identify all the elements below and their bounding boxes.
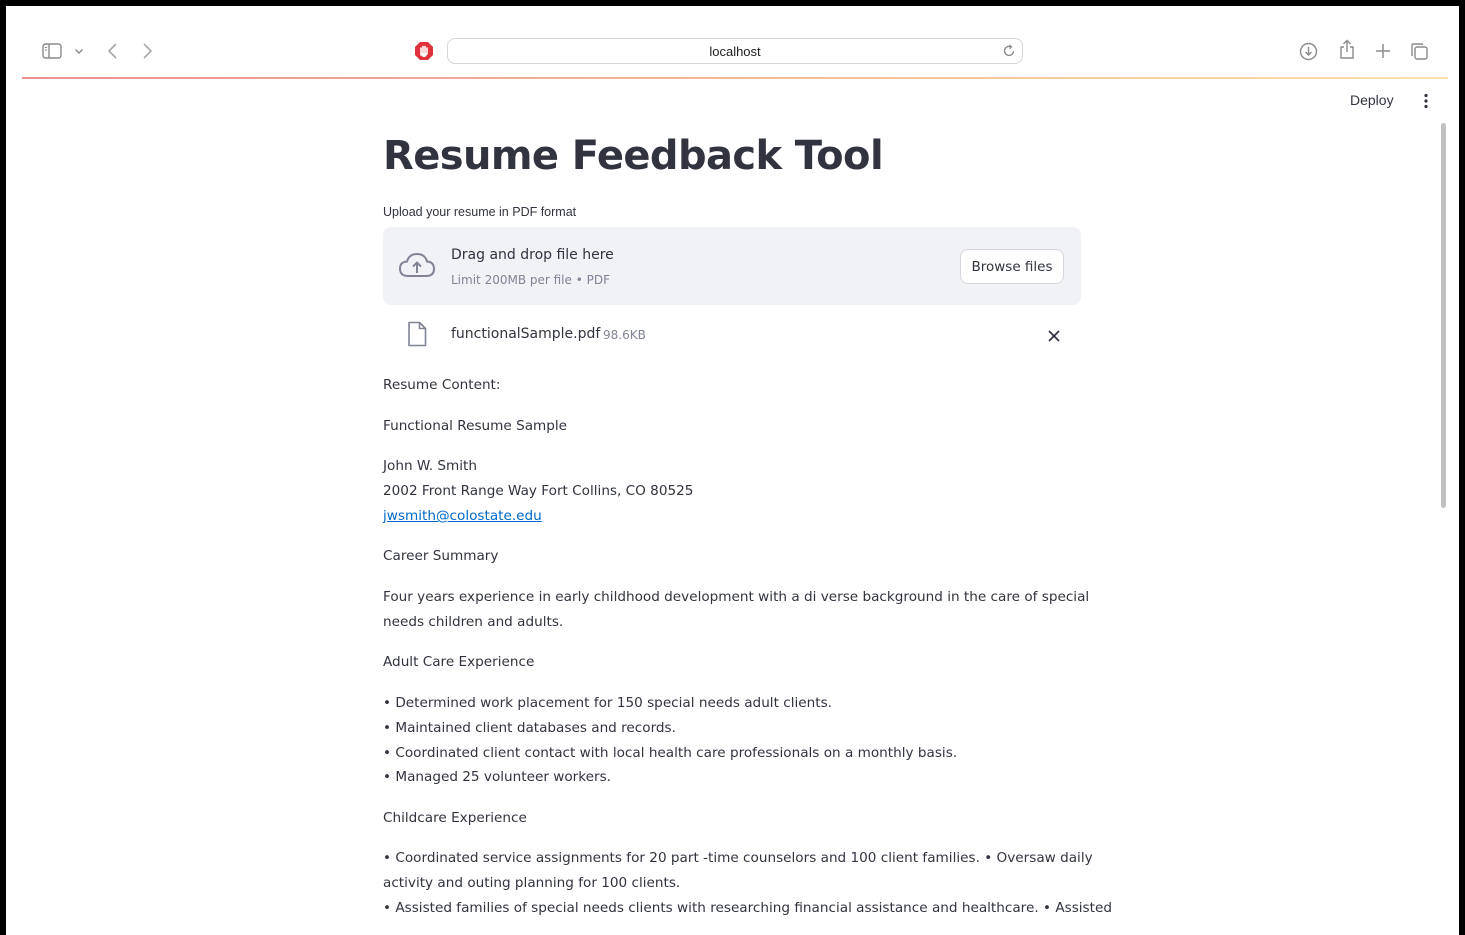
loading-gradient-line <box>22 77 1448 79</box>
upload-label: Upload your resume in PDF format <box>383 205 577 219</box>
resume-name: John W. Smith <box>383 458 477 474</box>
hand-stop-icon[interactable] <box>414 41 434 61</box>
resume-email-link[interactable]: jwsmith@colostate.edu <box>383 508 542 524</box>
list-item: • Determined work placement for 150 spec… <box>383 695 832 711</box>
resume-doc-title: Functional Resume Sample <box>383 418 568 434</box>
list-item: • Maintained client databases and record… <box>383 720 676 736</box>
file-dropzone[interactable]: Drag and drop file here Limit 200MB per … <box>383 227 1081 305</box>
dropzone-limit-text: Limit 200MB per file • PDF <box>451 273 610 287</box>
childcare-heading: Childcare Experience <box>383 810 527 826</box>
adult-care-heading: Adult Care Experience <box>383 654 535 670</box>
browser-toolbar: localhost <box>6 6 1459 78</box>
file-icon <box>407 321 427 351</box>
kebab-menu-icon[interactable] <box>1420 93 1432 113</box>
plus-icon[interactable] <box>1374 42 1392 60</box>
close-icon[interactable] <box>1047 328 1061 347</box>
list-item: • Managed 25 volunteer workers. <box>383 769 612 785</box>
browser-window: localhost Deploy Resume Feedback Tool Up… <box>6 6 1459 935</box>
chevron-down-icon[interactable] <box>74 48 84 55</box>
dropzone-title: Drag and drop file here <box>451 247 614 263</box>
deploy-button[interactable]: Deploy <box>1350 92 1394 108</box>
forward-icon[interactable] <box>141 42 153 60</box>
page-title: Resume Feedback Tool <box>383 133 884 179</box>
cloud-upload-icon <box>398 251 436 285</box>
career-summary-line: Four years experience in early childhood… <box>383 589 1090 605</box>
list-item: • Coordinated service assignments for 20… <box>383 850 1093 866</box>
sidebar-icon[interactable] <box>42 43 62 59</box>
tabs-overview-icon[interactable] <box>1410 42 1429 61</box>
list-item: • Coordinated client contact with local … <box>383 745 958 761</box>
career-summary-line: needs children and adults. <box>383 614 564 630</box>
share-icon[interactable] <box>1338 39 1356 60</box>
address-bar[interactable]: localhost <box>447 38 1023 64</box>
back-icon[interactable] <box>107 42 119 60</box>
url-text: localhost <box>709 44 761 59</box>
reload-icon[interactable] <box>1001 43 1017 63</box>
list-item: • Assisted families of special needs cli… <box>383 900 1112 916</box>
download-icon[interactable] <box>1299 42 1318 61</box>
resume-address: 2002 Front Range Way Fort Collins, CO 80… <box>383 483 694 499</box>
career-summary-heading: Career Summary <box>383 548 499 564</box>
uploaded-file-size: 98.6KB <box>603 328 646 342</box>
browse-files-button[interactable]: Browse files <box>960 249 1064 284</box>
uploaded-file-row: functionalSample.pdf 98.6KB <box>383 318 1081 352</box>
page-scrollbar[interactable] <box>1441 123 1446 508</box>
list-item: activity and outing planning for 100 cli… <box>383 875 681 891</box>
uploaded-file-name: functionalSample.pdf <box>451 326 601 342</box>
resume-content-heading: Resume Content: <box>383 377 501 393</box>
